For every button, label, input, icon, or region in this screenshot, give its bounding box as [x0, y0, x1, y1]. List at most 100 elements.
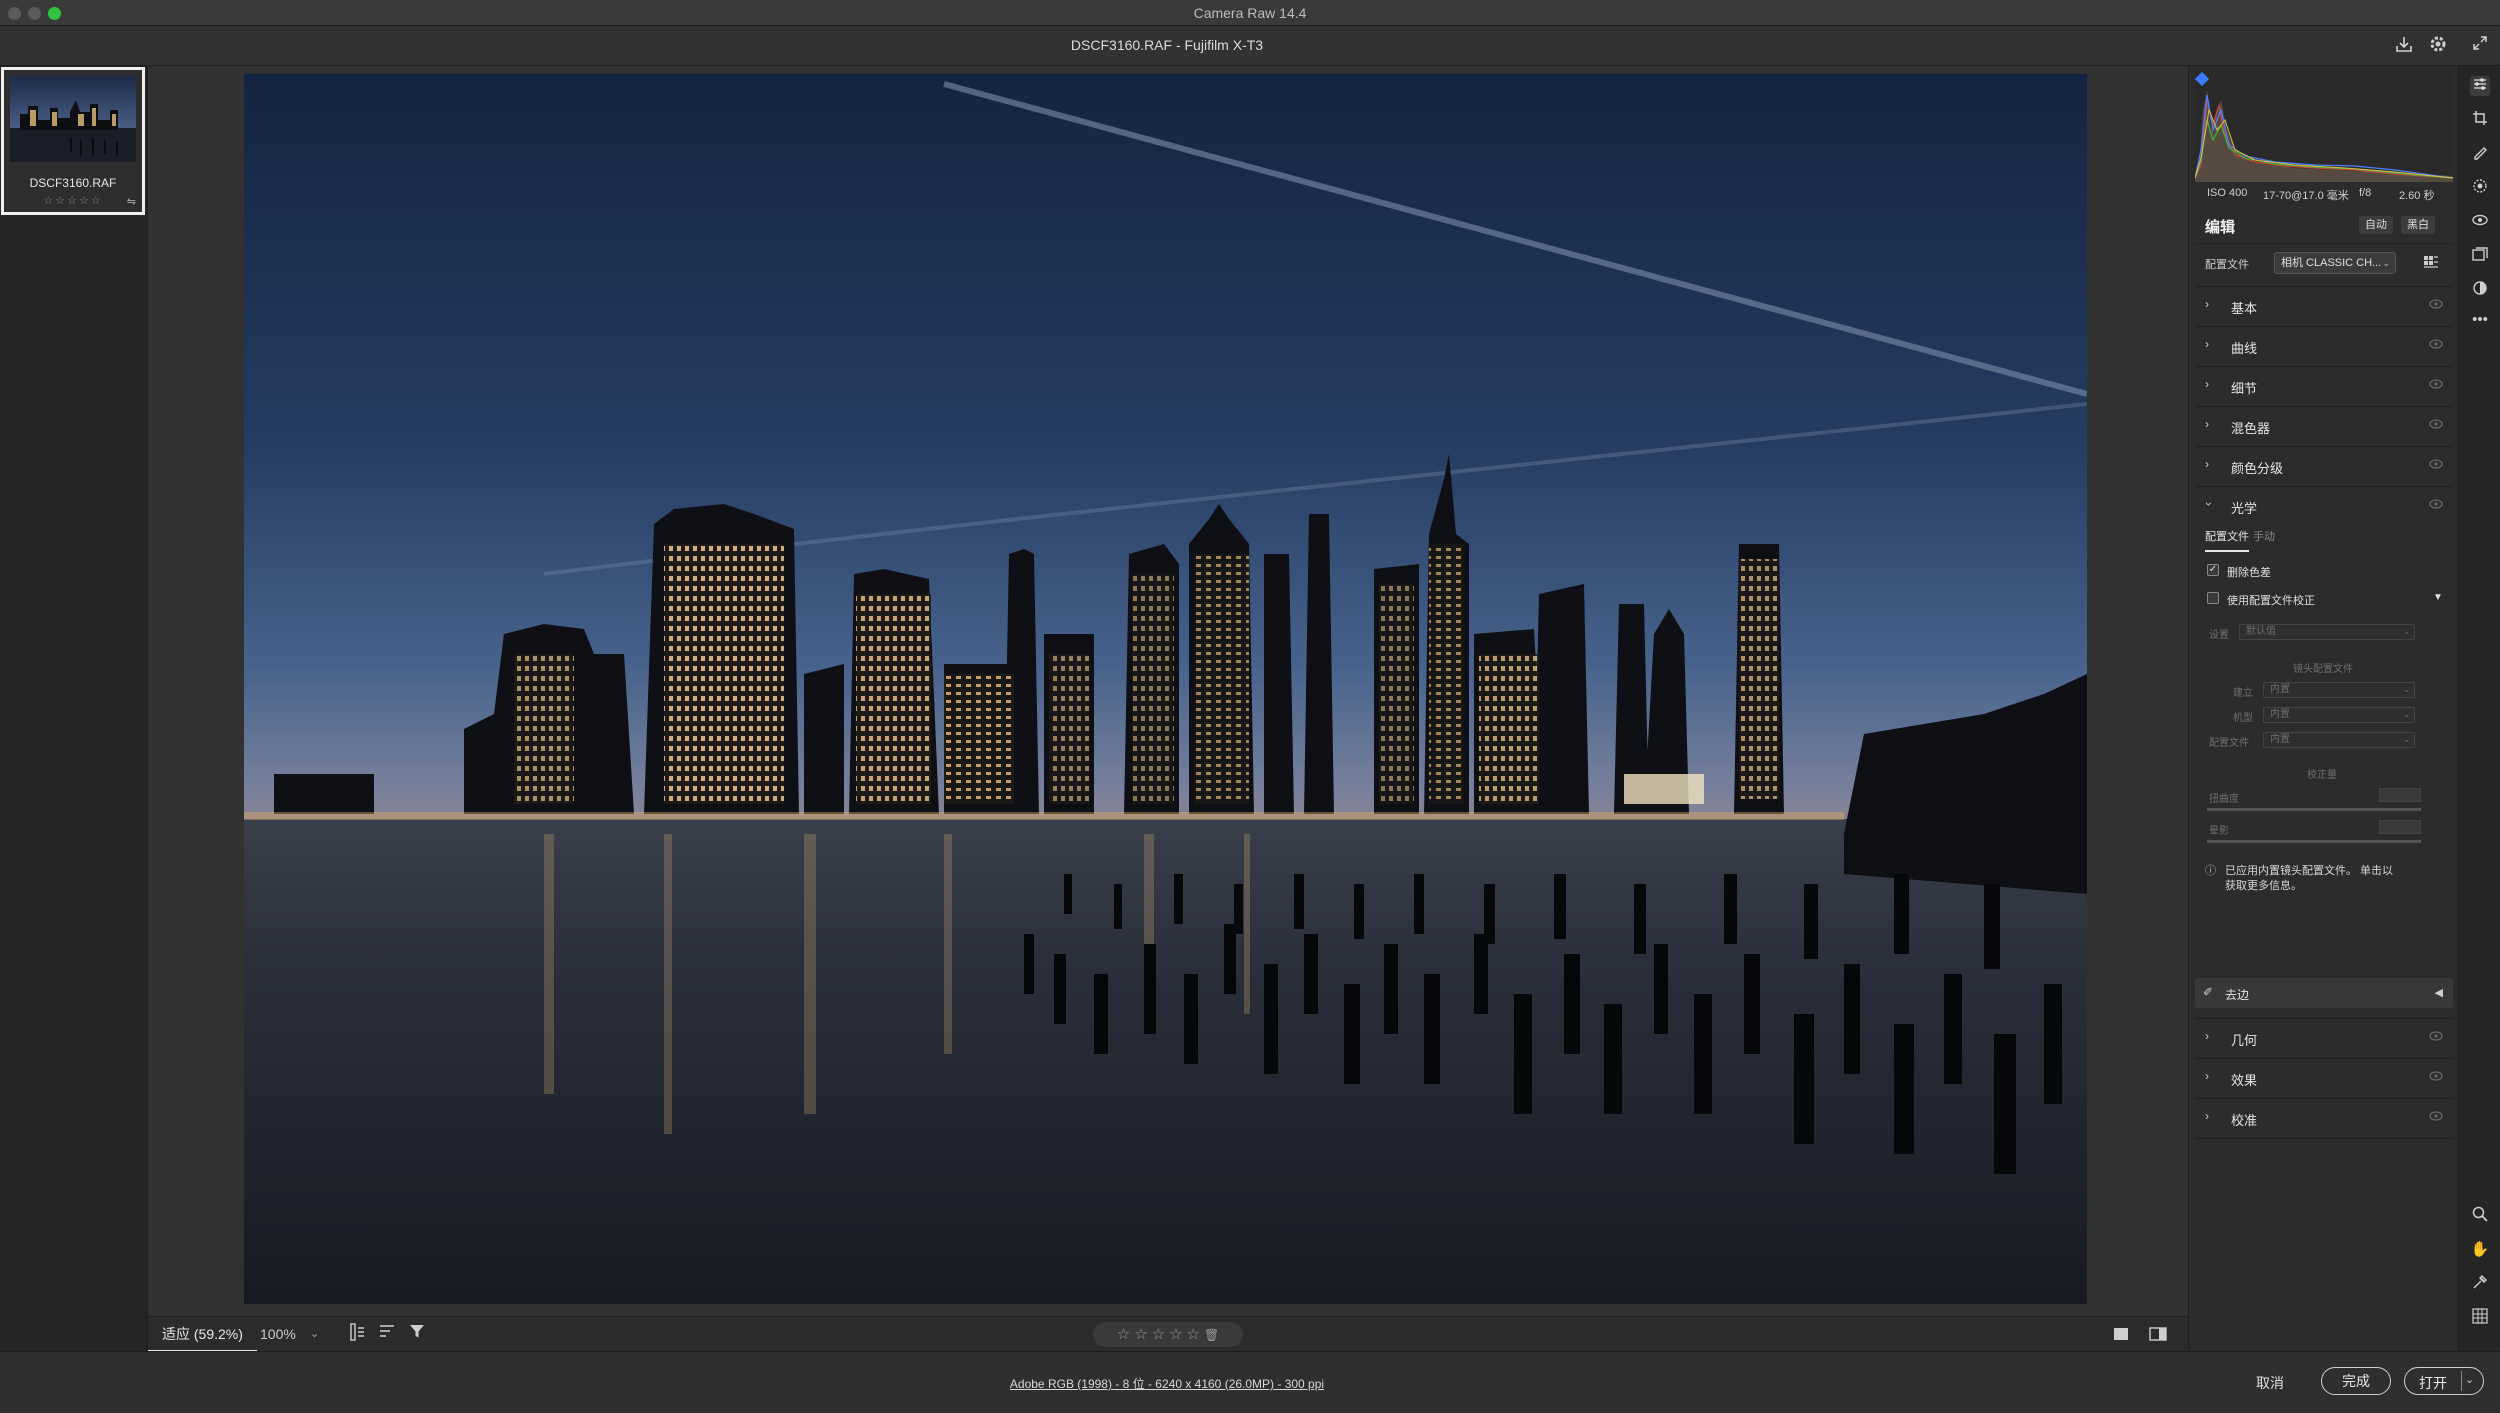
- section-divider: [2195, 1138, 2453, 1139]
- zoom-dropdown-icon[interactable]: ⌄: [310, 1317, 319, 1352]
- rating-stars-value[interactable]: ☆☆☆☆☆: [1117, 1326, 1204, 1343]
- remove-ca-checkbox[interactable]: ✓: [2207, 564, 2219, 576]
- red-eye-icon[interactable]: [2470, 212, 2490, 232]
- distortion-slider[interactable]: [2207, 808, 2421, 811]
- filmstrip-thumbnail[interactable]: DSCF3160.RAF ☆☆☆☆☆ ⇋: [1, 67, 145, 215]
- section-color-grading[interactable]: › 颜色分级: [2195, 446, 2453, 484]
- profile-info-text-2[interactable]: 获取更多信息。: [2225, 879, 2302, 894]
- profile-info-text-1[interactable]: 已应用内置镜头配置文件。 单击以: [2225, 864, 2393, 879]
- profile-browser-icon[interactable]: [2423, 255, 2441, 271]
- chevron-right-icon: ›: [2205, 417, 2209, 431]
- before-after-split-icon[interactable]: [2149, 1326, 2167, 1342]
- model-select[interactable]: 内置 ⌄: [2263, 707, 2415, 723]
- visibility-eye-icon[interactable]: [2429, 379, 2443, 389]
- cancel-button[interactable]: 取消: [2256, 1373, 2284, 1393]
- done-button[interactable]: 完成: [2321, 1367, 2391, 1395]
- save-icon[interactable]: [2392, 34, 2416, 58]
- shutter-value: 2.60 秒: [2399, 190, 2435, 202]
- grid-overlay-icon[interactable]: [2470, 1308, 2490, 1328]
- zoom-fit-button[interactable]: 适应 (59.2%): [148, 1317, 257, 1352]
- distortion-value-field[interactable]: [2379, 788, 2421, 802]
- section-geometry[interactable]: › 几何: [2195, 1018, 2453, 1056]
- crop-icon[interactable]: [2470, 110, 2490, 130]
- section-curve[interactable]: › 曲线: [2195, 326, 2453, 364]
- zoom-tool-icon[interactable]: [2470, 1206, 2490, 1226]
- masking-icon[interactable]: [2470, 178, 2490, 198]
- thumbnail-rating[interactable]: ☆☆☆☆☆: [4, 194, 142, 207]
- hand-tool-icon[interactable]: ✋: [2470, 1240, 2490, 1260]
- rating-stars[interactable]: ☆☆☆☆☆🗑: [1093, 1322, 1243, 1347]
- open-button[interactable]: 打开 ⌄: [2404, 1367, 2484, 1395]
- shadow-clipping-icon: [2194, 71, 2210, 87]
- section-label: 基本: [2231, 301, 2258, 316]
- use-profile-correction-label: 使用配置文件校正: [2227, 595, 2315, 607]
- chevron-right-icon: ›: [2205, 337, 2209, 351]
- chevron-down-icon: ⌄: [2403, 735, 2410, 744]
- open-button-divider: [2461, 1371, 2462, 1391]
- visibility-eye-icon[interactable]: [2429, 459, 2443, 469]
- make-select[interactable]: 内置 ⌄: [2263, 682, 2415, 698]
- profile-select[interactable]: 相机 CLASSIC CH... ⌄: [2274, 252, 2396, 274]
- section-optics[interactable]: › 光学: [2195, 486, 2453, 524]
- setup-select-value: 默认值: [2246, 626, 2276, 637]
- setup-select[interactable]: 默认值 ⌄: [2239, 624, 2415, 640]
- profile-label: 配置文件: [2205, 259, 2249, 271]
- open-button-label: 打开: [2419, 1375, 2447, 1391]
- before-after-single-icon[interactable]: [2113, 1326, 2131, 1342]
- tab-profile[interactable]: 配置文件: [2205, 528, 2249, 552]
- visibility-eye-icon[interactable]: [2429, 299, 2443, 309]
- healing-brush-icon[interactable]: [2470, 144, 2490, 164]
- visibility-eye-icon[interactable]: [2429, 1071, 2443, 1081]
- section-label: 校准: [2231, 1113, 2258, 1128]
- preview-image[interactable]: [244, 74, 2088, 1304]
- snapshots-icon[interactable]: [2470, 246, 2490, 266]
- visibility-eye-icon[interactable]: [2429, 499, 2443, 509]
- section-basic[interactable]: › 基本: [2195, 286, 2453, 324]
- fullscreen-icon[interactable]: [2468, 34, 2492, 58]
- auto-button[interactable]: 自动: [2359, 216, 2393, 234]
- vignette-value-field[interactable]: [2379, 820, 2421, 834]
- chevron-down-icon: ⌄: [2403, 685, 2410, 694]
- edit-sliders-icon[interactable]: [2470, 76, 2490, 96]
- distortion-label: 扭曲度: [2209, 794, 2239, 805]
- histogram[interactable]: [2194, 70, 2454, 182]
- thumbnail-filename: DSCF3160.RAF: [29, 176, 117, 190]
- workflow-options-link[interactable]: Adobe RGB (1998) - 8 位 - 6240 x 4160 (26…: [0, 1375, 2334, 1392]
- visibility-eye-icon[interactable]: [2429, 419, 2443, 429]
- sampler-icon[interactable]: [2470, 1274, 2490, 1294]
- vignette-slider[interactable]: [2207, 840, 2421, 843]
- sort-icon[interactable]: [376, 1323, 398, 1345]
- filmstrip-toggle-icon[interactable]: [346, 1323, 368, 1345]
- gear-icon[interactable]: [2426, 34, 2450, 58]
- chevron-right-icon: ›: [2205, 1109, 2209, 1123]
- section-detail[interactable]: › 细节: [2195, 366, 2453, 404]
- section-label: 曲线: [2231, 341, 2258, 356]
- lens-profile-select[interactable]: 内置 ⌄: [2263, 732, 2415, 748]
- lens-profile-select-value: 内置: [2270, 734, 2290, 745]
- eyedropper-icon[interactable]: ✐: [2203, 985, 2213, 999]
- section-effects[interactable]: › 效果: [2195, 1058, 2453, 1096]
- image-canvas[interactable]: [148, 66, 2188, 1316]
- black-white-button[interactable]: 黑白: [2401, 216, 2435, 234]
- tool-strip: ••• ✋: [2458, 66, 2500, 1351]
- open-options-chevron-icon[interactable]: ⌄: [2465, 1373, 2474, 1386]
- trash-icon[interactable]: 🗑: [1204, 1328, 1219, 1342]
- section-color-mixer[interactable]: › 混色器: [2195, 406, 2453, 444]
- visibility-eye-icon[interactable]: [2429, 1031, 2443, 1041]
- use-profile-correction-checkbox[interactable]: [2207, 592, 2219, 604]
- expand-triangle-icon[interactable]: ◀: [2435, 986, 2443, 999]
- thumbnail-image: [10, 76, 136, 162]
- defringe-row[interactable]: ✐ 去边 ◀: [2195, 978, 2453, 1008]
- profile-row: 配置文件 相机 CLASSIC CH... ⌄: [2195, 246, 2453, 282]
- presets-icon[interactable]: [2470, 280, 2490, 300]
- section-calibration[interactable]: › 校准: [2195, 1098, 2453, 1136]
- tab-manual[interactable]: 手动: [2253, 528, 2275, 544]
- section-label: 混色器: [2231, 421, 2271, 436]
- filter-icon[interactable]: [406, 1323, 428, 1345]
- collapse-triangle-icon[interactable]: ▼: [2433, 592, 2443, 603]
- zoom-100-button[interactable]: 100%: [260, 1317, 296, 1352]
- more-options-icon[interactable]: •••: [2470, 310, 2490, 330]
- visibility-eye-icon[interactable]: [2429, 1111, 2443, 1121]
- info-icon: ⓘ: [2205, 865, 2216, 877]
- visibility-eye-icon[interactable]: [2429, 339, 2443, 349]
